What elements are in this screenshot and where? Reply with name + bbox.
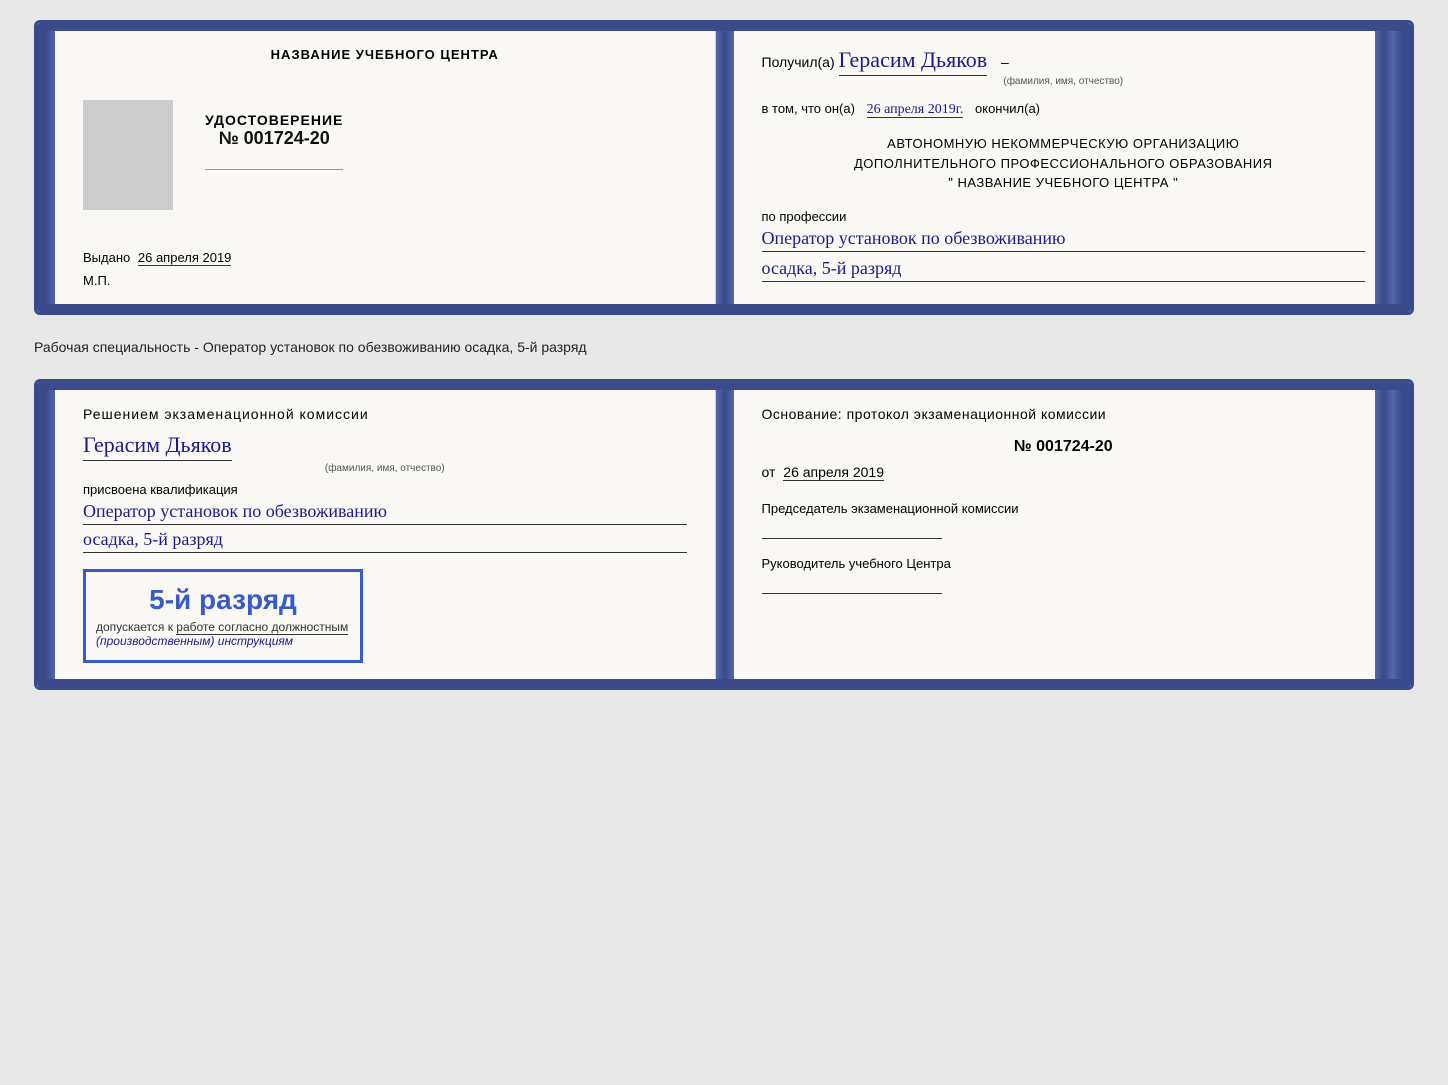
bottom-right-spine: [1393, 382, 1411, 687]
page-wrapper: НАЗВАНИЕ УЧЕБНОГО ЦЕНТРА УДОСТОВЕРЕНИЕ №…: [34, 20, 1414, 690]
date-prefix: в том, что он(а): [762, 101, 855, 116]
cert-label: УДОСТОВЕРЕНИЕ: [205, 112, 343, 128]
separator-label: Рабочая специальность - Оператор установ…: [34, 331, 1414, 363]
left-spine: [37, 23, 55, 312]
bottom-card-right: Основание: протокол экзаменационной коми…: [734, 382, 1394, 687]
org-line1: АВТОНОМНУЮ НЕКОММЕРЧЕСКУЮ ОРГАНИЗАЦИЮ: [762, 134, 1366, 154]
date-from-prefix: от: [762, 464, 776, 480]
issued-date: 26 апреля 2019: [138, 250, 232, 266]
head-label: Руководитель учебного Центра: [762, 555, 1366, 573]
cert-center-block: УДОСТОВЕРЕНИЕ № 001724-20: [205, 112, 343, 210]
received-name-subtitle: (фамилия, имя, отчество): [762, 76, 1366, 87]
chairman-sig-line: [762, 538, 942, 539]
center-spine: [716, 23, 734, 312]
bottom-card-left: Решением экзаменационной комиссии Гераси…: [55, 382, 716, 687]
top-card-left: НАЗВАНИЕ УЧЕБНОГО ЦЕНТРА УДОСТОВЕРЕНИЕ №…: [55, 23, 716, 312]
stamp-italic: (производственным) инструкциям: [96, 634, 350, 648]
stamp-box: 5-й разряд допускается к работе согласно…: [83, 569, 363, 663]
protocol-prefix: №: [1014, 438, 1032, 455]
top-document-card: НАЗВАНИЕ УЧЕБНОГО ЦЕНТРА УДОСТОВЕРЕНИЕ №…: [34, 20, 1414, 315]
right-side-dashes: [1375, 23, 1393, 312]
mp-label: М.П.: [83, 273, 687, 288]
protocol-number: № 001724-20: [762, 438, 1366, 456]
issued-prefix: Выдано: [83, 250, 130, 265]
profession-value: Оператор установок по обезвоживанию: [762, 228, 1366, 252]
date-suffix: окончил(а): [975, 101, 1040, 116]
date-line: в том, что он(а) 26 апреля 2019г. окончи…: [762, 101, 1366, 118]
top-left-title: НАЗВАНИЕ УЧЕБНОГО ЦЕНТРА: [83, 47, 687, 62]
assigned-label: присвоена квалификация: [83, 482, 687, 497]
bottom-center-spine: [716, 382, 734, 687]
stamp-rank: 5-й разряд: [96, 584, 350, 616]
right-spine: [1393, 23, 1411, 312]
stamp-prefix: допускается к: [96, 620, 173, 634]
signature-block: Председатель экзаменационной комиссии Ру…: [762, 500, 1366, 594]
org-line2: ДОПОЛНИТЕЛЬНОГО ПРОФЕССИОНАЛЬНОГО ОБРАЗО…: [762, 154, 1366, 174]
stamp-underline: работе согласно должностным: [176, 620, 348, 635]
received-prefix: Получил(а): [762, 54, 835, 70]
cert-prefix: №: [219, 128, 239, 148]
protocol-date: от 26 апреля 2019: [762, 464, 1366, 480]
bottom-document-card: Решением экзаменационной комиссии Гераси…: [34, 379, 1414, 690]
photo-placeholder: [83, 100, 173, 210]
received-line: Получил(а) Герасим Дьяков – (фамилия, им…: [762, 47, 1366, 87]
decision-title: Решением экзаменационной комиссии: [83, 406, 687, 422]
cert-number: № 001724-20: [205, 128, 343, 149]
rank-value: осадка, 5-й разряд: [762, 258, 1366, 282]
issued-line: Выдано 26 апреля 2019: [83, 250, 687, 265]
qualification-value: Оператор установок по обезвоживанию: [83, 501, 687, 525]
person-name-block: Герасим Дьяков (фамилия, имя, отчество): [83, 432, 687, 474]
cert-number-value: 001724-20: [244, 128, 330, 148]
profession-label: по профессии: [762, 209, 1366, 224]
received-name: Герасим Дьяков: [839, 47, 988, 76]
basis-title: Основание: протокол экзаменационной коми…: [762, 406, 1366, 422]
org-block: АВТОНОМНУЮ НЕКОММЕРЧЕСКУЮ ОРГАНИЗАЦИЮ ДО…: [762, 134, 1366, 193]
person-name-bottom: Герасим Дьяков: [83, 432, 232, 461]
protocol-date-value: 26 апреля 2019: [783, 464, 884, 481]
bottom-name-subtitle: (фамилия, имя, отчество): [83, 463, 687, 474]
org-line3: " НАЗВАНИЕ УЧЕБНОГО ЦЕНТРА ": [762, 173, 1366, 193]
stamp-text: допускается к работе согласно должностны…: [96, 620, 350, 634]
top-card-right: Получил(а) Герасим Дьяков – (фамилия, им…: [734, 23, 1394, 312]
rank-bottom-value: осадка, 5-й разряд: [83, 529, 687, 553]
chairman-label: Председатель экзаменационной комиссии: [762, 500, 1366, 518]
protocol-number-value: 001724-20: [1036, 438, 1113, 455]
bottom-right-side-dashes: [1375, 382, 1393, 687]
date-value: 26 апреля 2019г.: [867, 102, 964, 118]
head-sig-line: [762, 593, 942, 594]
bottom-left-spine: [37, 382, 55, 687]
